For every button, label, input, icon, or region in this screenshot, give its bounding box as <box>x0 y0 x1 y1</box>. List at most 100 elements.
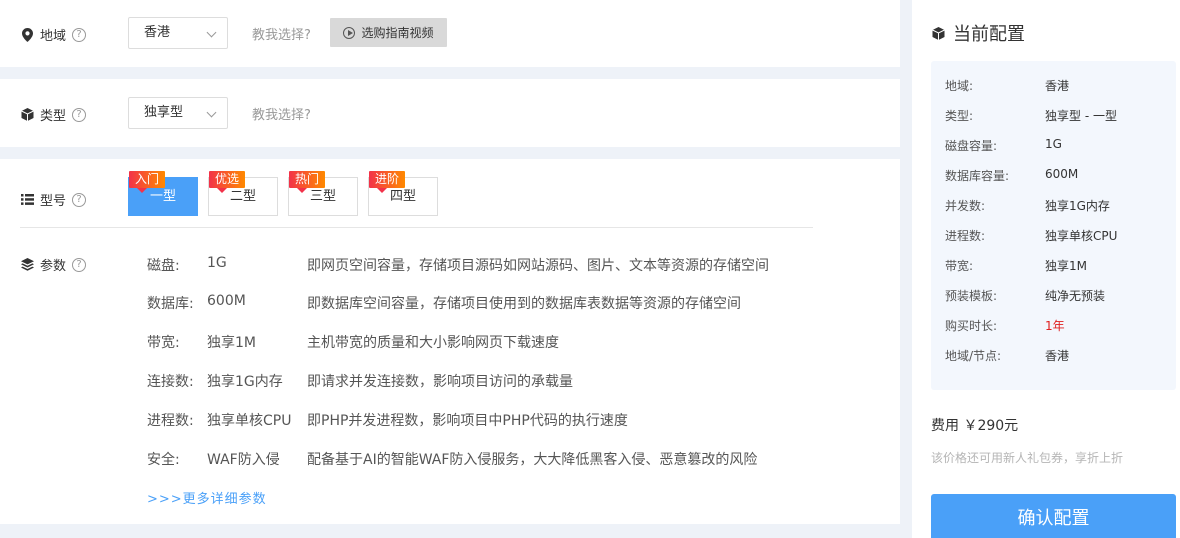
region-hint-link[interactable]: 教我选择? <box>252 24 311 43</box>
param-name: 进程数: <box>147 413 194 429</box>
current-config-panel: 当前配置 地域: 香港 类型: 独享型 - 一型 磁盘容量: 1G 数据库容量: 600… <box>912 0 1180 538</box>
config-key: 地域/节点: <box>945 349 1002 363</box>
region-select[interactable]: 香港 <box>128 17 228 49</box>
config-row: 购买时长: 1年 <box>945 317 1065 334</box>
cube-icon <box>932 26 945 40</box>
config-row: 类型: 独享型 - 一型 <box>945 107 1117 124</box>
config-key: 带宽: <box>945 259 974 273</box>
param-name: 连接数: <box>147 374 194 390</box>
more-params-link[interactable]: >>>更多详细参数 <box>147 488 267 507</box>
model-tag: 进阶 <box>369 171 406 193</box>
config-value: 香港 <box>1045 349 1070 363</box>
config-value: 香港 <box>1045 79 1070 93</box>
cube-icon <box>20 108 34 122</box>
param-name: 磁盘: <box>147 258 180 274</box>
config-key: 数据库容量: <box>945 169 1010 183</box>
type-section: 类型 ? 独享型 教我选择? <box>0 79 900 147</box>
config-key: 类型: <box>945 109 974 123</box>
config-title: 当前配置 <box>953 24 1025 45</box>
param-row-disk: 磁盘: 1G 即网页空间容量，存储项目源码如网站源码、图片、文本等资源的存储空间 <box>147 255 769 275</box>
guide-video-label: 选购指南视频 <box>361 26 434 40</box>
model-label: 型号 <box>40 194 67 209</box>
help-icon[interactable]: ? <box>72 192 87 207</box>
type-label-group: 类型 ? <box>20 105 87 124</box>
config-value: 独享1G内存 <box>1045 199 1110 213</box>
config-row: 地域: 香港 <box>945 77 1069 94</box>
chevron-down-icon <box>206 107 217 118</box>
param-name: 带宽: <box>147 335 180 351</box>
confirm-config-button[interactable]: 确认配置 <box>931 494 1176 538</box>
divider <box>20 227 813 228</box>
play-circle-icon <box>343 26 356 39</box>
model-tag: 入门 <box>129 171 166 193</box>
help-icon[interactable]: ? <box>72 27 87 42</box>
model-tag: 优选 <box>209 171 246 193</box>
param-value: 独享单核CPU <box>207 413 292 429</box>
params-label: 参数 <box>40 259 67 274</box>
param-value: 600M <box>207 293 246 309</box>
model-tag: 热门 <box>289 171 326 193</box>
param-row-security: 安全: WAF防入侵 配备基于AI的智能WAF防入侵服务，大大降低黑客入侵、恶意… <box>147 449 757 469</box>
help-icon[interactable]: ? <box>72 107 87 122</box>
config-key: 磁盘容量: <box>945 139 998 153</box>
config-value: 独享型 - 一型 <box>1045 109 1117 123</box>
configuration-panel: 地域 ? 香港 教我选择? 选购指南视频 类型 ? 独享型 教我选择? 型号 ?… <box>0 0 900 538</box>
price-text: 费用 ￥290元 <box>931 418 1019 434</box>
config-row: 预装模板: 纯净无预装 <box>945 287 1105 304</box>
config-value: 独享单核CPU <box>1045 229 1118 243</box>
param-value: 1G <box>207 255 227 271</box>
model-option-label: 四型 <box>389 189 416 204</box>
config-summary-box: 地域: 香港 类型: 独享型 - 一型 磁盘容量: 1G 数据库容量: 600M 并发数… <box>931 61 1176 390</box>
config-row: 带宽: 独享1M <box>945 257 1087 274</box>
param-desc: 即请求并发连接数，影响项目访问的承载量 <box>307 374 573 390</box>
config-row: 地域/节点: 香港 <box>945 347 1069 364</box>
param-desc: 主机带宽的质量和大小影响网页下载速度 <box>307 335 559 351</box>
param-value: 独享1G内存 <box>207 374 283 390</box>
param-desc: 即数据库空间容量，存储项目使用到的数据库表数据等资源的存储空间 <box>307 296 741 312</box>
config-row: 进程数: 独享单核CPU <box>945 227 1117 244</box>
config-key: 地域: <box>945 79 974 93</box>
type-label: 类型 <box>40 109 67 124</box>
model-option-label: 三型 <box>309 189 336 204</box>
param-row-connections: 连接数: 独享1G内存 即请求并发连接数，影响项目访问的承载量 <box>147 371 573 391</box>
region-label-group: 地域 ? <box>20 25 87 44</box>
config-row: 并发数: 独享1G内存 <box>945 197 1110 214</box>
param-value: 独享1M <box>207 335 256 351</box>
param-value: WAF防入侵 <box>207 452 280 468</box>
type-select-value: 独享型 <box>144 105 184 120</box>
param-name: 数据库: <box>147 296 194 312</box>
param-desc: 即PHP并发进程数，影响项目中PHP代码的执行速度 <box>307 413 628 429</box>
param-row-processes: 进程数: 独享单核CPU 即PHP并发进程数，影响项目中PHP代码的执行速度 <box>147 410 628 430</box>
params-label-group: 参数 ? <box>20 255 87 274</box>
config-key: 预装模板: <box>945 289 998 303</box>
config-title-group: 当前配置 <box>932 20 1025 46</box>
price-note: 该价格还可用新人礼包券，享折上折 <box>931 451 1124 465</box>
list-icon <box>20 193 34 207</box>
region-select-value: 香港 <box>144 25 171 40</box>
config-value: 1G <box>1045 137 1062 151</box>
type-hint-link[interactable]: 教我选择? <box>252 104 311 123</box>
layers-icon <box>20 258 34 272</box>
region-section: 地域 ? 香港 教我选择? 选购指南视频 <box>0 0 900 67</box>
model-option-1[interactable]: 入门 一型 <box>128 171 198 216</box>
map-pin-icon <box>20 27 34 42</box>
type-select[interactable]: 独享型 <box>128 97 228 129</box>
config-value-duration: 1年 <box>1045 319 1065 333</box>
model-label-group: 型号 ? <box>20 190 87 209</box>
config-value: 独享1M <box>1045 259 1087 273</box>
config-key: 并发数: <box>945 199 986 213</box>
config-key: 购买时长: <box>945 319 998 333</box>
help-icon[interactable]: ? <box>72 257 87 272</box>
chevron-down-icon <box>206 27 217 38</box>
model-option-3[interactable]: 热门 三型 <box>288 171 358 216</box>
model-option-label: 一型 <box>149 189 176 204</box>
guide-video-button[interactable]: 选购指南视频 <box>330 18 447 47</box>
model-option-4[interactable]: 进阶 四型 <box>368 171 438 216</box>
param-row-database: 数据库: 600M 即数据库空间容量，存储项目使用到的数据库表数据等资源的存储空… <box>147 293 741 313</box>
model-section: 型号 ? 入门 一型 优选 二型 热门 三型 进阶 四型 参数 ? 磁盘: 1G… <box>0 159 900 524</box>
param-row-bandwidth: 带宽: 独享1M 主机带宽的质量和大小影响网页下载速度 <box>147 332 559 352</box>
config-row: 磁盘容量: 1G <box>945 137 1062 154</box>
config-row: 数据库容量: 600M <box>945 167 1078 184</box>
config-key: 进程数: <box>945 229 986 243</box>
model-option-2[interactable]: 优选 二型 <box>208 171 278 216</box>
